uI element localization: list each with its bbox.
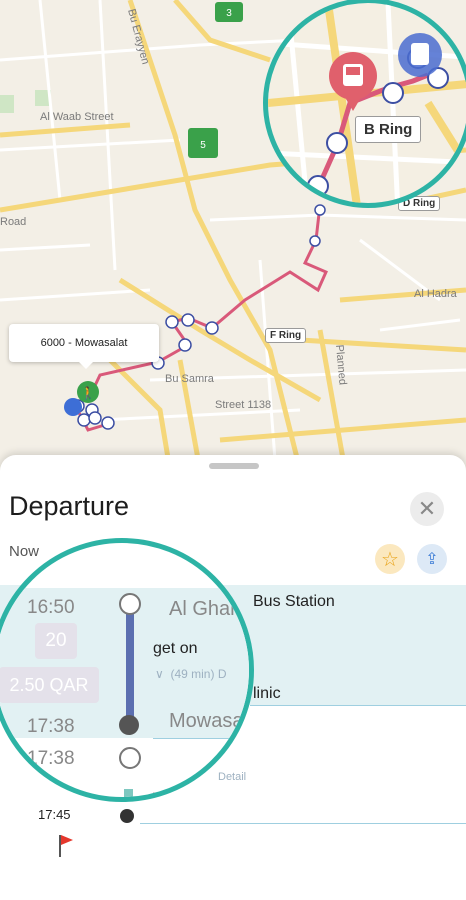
destination-flag-icon xyxy=(59,835,73,857)
route-number-badge: 20 xyxy=(35,623,77,659)
arrival-time: 17:45 xyxy=(38,807,71,822)
leg-duration: (49 min) D xyxy=(170,667,227,681)
favorite-button[interactable]: ☆ xyxy=(375,544,405,574)
magnifier-ring-label: B Ring xyxy=(355,116,422,143)
road-label: Al Waab Street xyxy=(40,111,114,123)
star-icon: ☆ xyxy=(381,548,399,571)
map-magnifier: B Ring xyxy=(263,0,466,208)
expand-stops-toggle[interactable]: ∨ (49 min) D xyxy=(155,667,226,681)
walk-leg-line xyxy=(124,789,133,797)
road-label: Bu Samra xyxy=(165,373,215,385)
road-label: Street 1138 xyxy=(215,399,271,411)
from-stop-name: Al Ghar xyxy=(169,598,237,620)
chevron-down-icon: ∨ xyxy=(155,667,164,681)
map[interactable]: Al Waab Street Road Bu Samra Street 1138… xyxy=(0,0,466,471)
walk-start-dot xyxy=(119,747,141,769)
walk-detail-link[interactable]: Detail xyxy=(218,771,246,783)
bus-stop-icon: 5 xyxy=(188,128,218,158)
leg-arrive-time: 17:38 xyxy=(27,716,75,737)
to-stop-suffix: linic xyxy=(253,685,281,702)
road-label: Road xyxy=(0,216,26,228)
fare-badge: 2.50 QAR xyxy=(0,667,99,703)
itinerary-magnifier: 16:50 20 2.50 QAR 17:38 17:38 Al Ghar ge… xyxy=(0,538,254,802)
stop-tooltip-text: 6000 - Mowasalat xyxy=(40,337,128,349)
board-action: get on xyxy=(153,640,198,657)
walk-start-time: 17:38 xyxy=(27,748,75,769)
end-dot xyxy=(120,809,134,823)
board-stop-dot xyxy=(119,593,141,615)
close-icon: ✕ xyxy=(417,496,437,521)
svg-text:3: 3 xyxy=(226,8,232,19)
svg-text:🚶: 🚶 xyxy=(81,386,96,400)
svg-text:5: 5 xyxy=(200,140,206,151)
departure-time-label: Now xyxy=(9,543,40,560)
bus-leg-line xyxy=(126,603,134,725)
stop-tooltip[interactable]: 6000 - Mowasalat xyxy=(9,324,159,369)
share-icon: ⇪ xyxy=(425,551,439,568)
road-label: Al Hadra xyxy=(414,288,458,300)
from-stop-suffix: Bus Station xyxy=(253,593,335,610)
ring-label: F Ring xyxy=(265,328,307,343)
map-bus-icon xyxy=(329,52,377,111)
bus-stop-icon: 3 xyxy=(215,2,243,22)
to-stop-name: Mowasal xyxy=(169,710,248,732)
share-button[interactable]: ⇪ xyxy=(417,544,447,574)
depart-time: 16:50 xyxy=(27,597,75,618)
close-button[interactable]: ✕ xyxy=(410,492,444,526)
alight-stop-dot xyxy=(119,715,139,735)
drag-handle[interactable] xyxy=(209,463,259,469)
sheet-title: Departure xyxy=(9,491,130,521)
